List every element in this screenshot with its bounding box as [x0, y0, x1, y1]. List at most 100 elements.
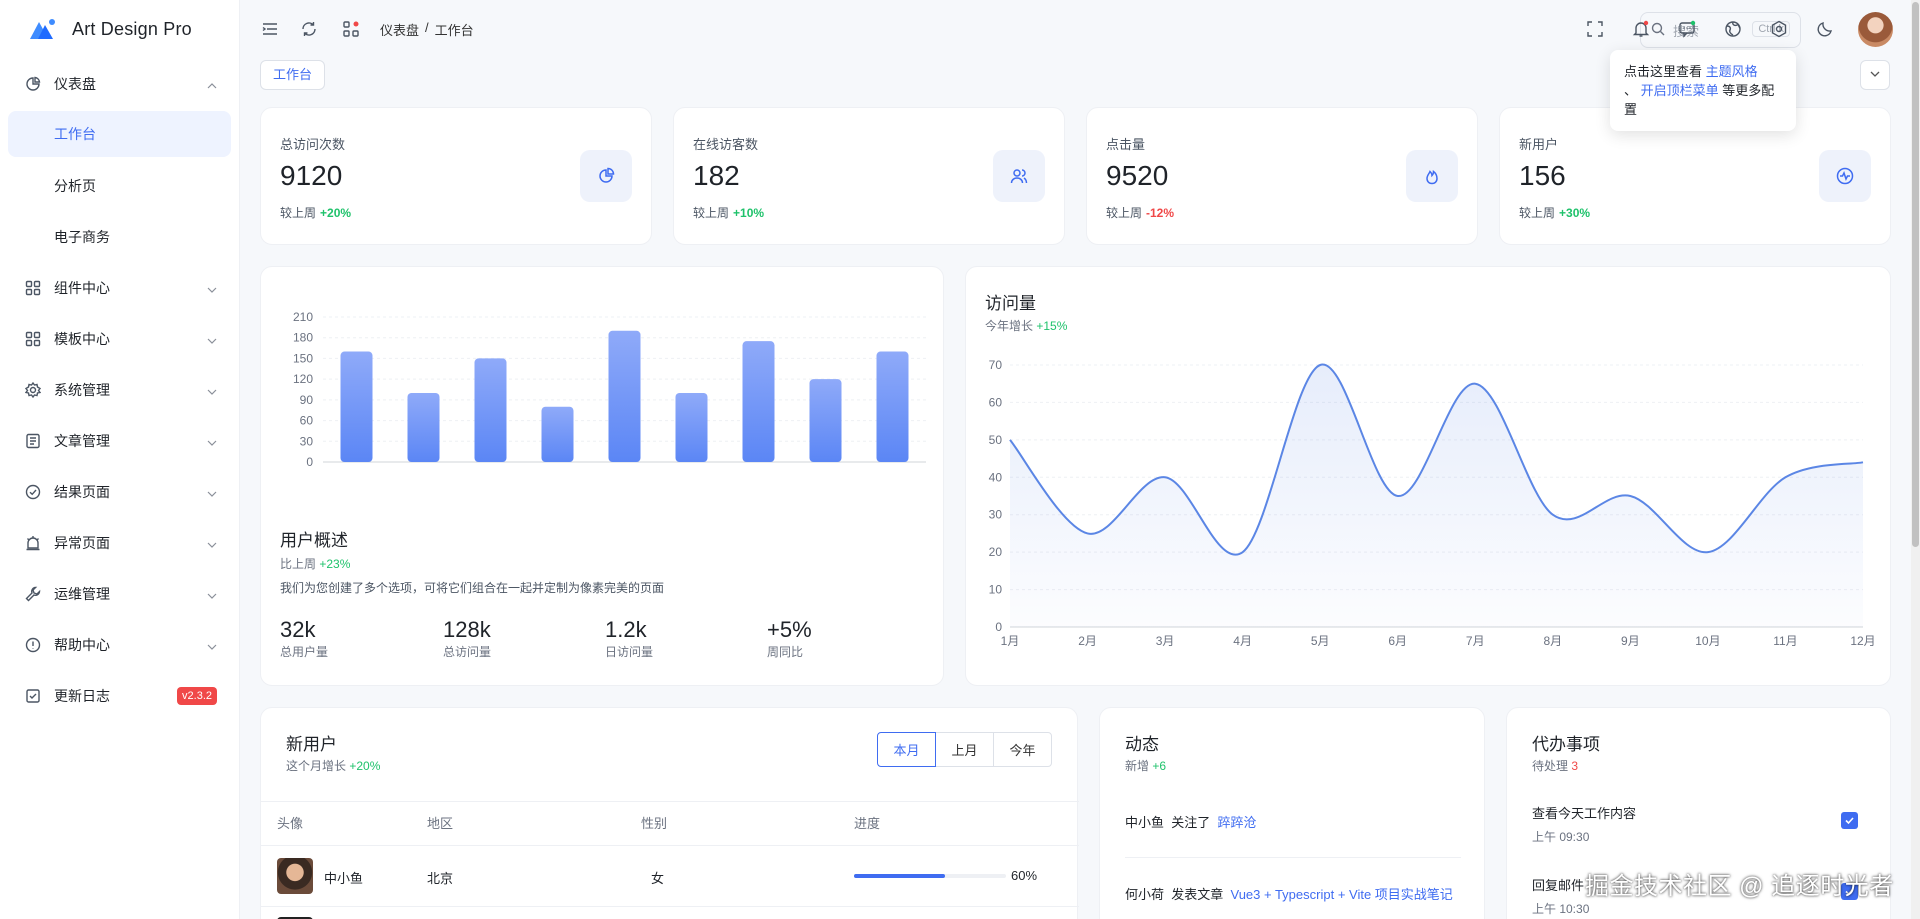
sidebar-subitem-analysis[interactable]: 分析页: [0, 160, 239, 211]
bar: [541, 406, 574, 462]
tab-workbench[interactable]: 工作台: [260, 60, 326, 90]
tooltip-link-topmenu[interactable]: 开启顶栏菜单: [1641, 83, 1719, 98]
sidebar-item-help[interactable]: 帮助中心: [0, 619, 239, 670]
stat-value: 182: [693, 160, 740, 191]
sidebar-item-system[interactable]: 系统管理: [0, 364, 239, 415]
tooltip-separator: 、: [1624, 83, 1638, 98]
stat-title: 点击量: [1106, 137, 1146, 152]
sidebar-item-components[interactable]: 组件中心: [0, 262, 239, 313]
metric-label: 总用户量: [280, 645, 329, 659]
bar: [876, 351, 909, 462]
x-tick-label: 9月: [1621, 634, 1640, 648]
breadcrumb-item[interactable]: 仪表盘: [380, 20, 419, 39]
stat-card-clicks: 点击量 9520 较上周 -12%: [1086, 107, 1478, 245]
table-row[interactable]: 中小鱼 北京 女 60%: [261, 846, 1079, 906]
todo-checkbox[interactable]: [1841, 812, 1858, 829]
scrollbar-thumb[interactable]: [1912, 2, 1919, 547]
gear-icon: [24, 381, 42, 399]
sidebar-item-label: 帮助中心: [54, 636, 110, 653]
activity-user: 何小荷: [1125, 887, 1165, 902]
avatar: [277, 858, 313, 894]
activity-action: 发表文章: [1171, 887, 1224, 902]
article-icon: [24, 432, 42, 450]
tooltip-link-theme[interactable]: 主题风格: [1706, 64, 1758, 79]
y-tick-label: 90: [300, 393, 314, 407]
activity-action: 关注了: [1171, 815, 1211, 830]
settings-icon[interactable]: [1769, 19, 1789, 39]
x-tick-label: 2月: [1078, 634, 1097, 648]
tabs-menu-button[interactable]: [1860, 60, 1890, 90]
sidebar-item-changelog[interactable]: 更新日志 v2.3.2: [0, 670, 239, 721]
sidebar: Art Design Pro 仪表盘 工作台 分析页 电子商务 组件中心 模板中…: [0, 0, 240, 919]
sidebar-subitem-ecommerce[interactable]: 电子商务: [0, 211, 239, 262]
alarm-icon: [24, 534, 42, 552]
sidebar-item-label: 组件中心: [54, 279, 110, 296]
menu-fold-icon[interactable]: [260, 19, 280, 39]
stat-title: 在线访客数: [693, 137, 759, 152]
bar: [474, 358, 507, 462]
stat-compare: 较上周 -12%: [1106, 206, 1175, 220]
column-header: 性别: [641, 816, 668, 831]
y-tick-label: 180: [293, 331, 313, 345]
bell-icon[interactable]: [1631, 19, 1651, 39]
sidebar-subitem-workbench[interactable]: 工作台: [8, 111, 231, 157]
x-tick-label: 7月: [1466, 634, 1485, 648]
refresh-icon[interactable]: [299, 19, 319, 39]
page-scrollbar[interactable]: [1911, 0, 1920, 919]
activity-divider: [1125, 857, 1461, 858]
stat-change: +20%: [320, 206, 352, 220]
x-tick-label: 4月: [1233, 634, 1252, 648]
chevron-down-icon: [207, 283, 217, 293]
user-overview-compare: 比上周 +23%: [280, 557, 351, 571]
metric-label: 日访问量: [605, 645, 654, 659]
breadcrumb-separator: /: [425, 20, 429, 35]
sidebar-item-templates[interactable]: 模板中心: [0, 313, 239, 364]
new-users-change: +20%: [349, 759, 381, 773]
metric: 128k 总访问量: [443, 617, 491, 660]
stat-change: +10%: [733, 206, 765, 220]
language-icon[interactable]: [1723, 19, 1743, 39]
sidebar-item-exceptions[interactable]: 异常页面: [0, 517, 239, 568]
column-header: 进度: [854, 816, 881, 831]
progress-track: [854, 874, 1006, 878]
sidebar-item-articles[interactable]: 文章管理: [0, 415, 239, 466]
bar: [407, 392, 440, 462]
chevron-down-icon: [207, 385, 217, 395]
sidebar-item-label: 系统管理: [54, 381, 110, 398]
bar: [742, 341, 775, 462]
fullscreen-icon[interactable]: [1585, 19, 1605, 39]
apps-icon[interactable]: [341, 19, 361, 39]
stat-value: 9120: [280, 160, 343, 191]
chevron-down-icon: [207, 334, 217, 344]
sidebar-item-label: 文章管理: [54, 432, 110, 449]
y-tick-label: 0: [306, 455, 313, 467]
segment-this-month[interactable]: 本月: [877, 732, 936, 767]
segment-this-year[interactable]: 今年: [993, 732, 1052, 767]
todo-item-time: 上午 09:30: [1532, 830, 1590, 844]
bar: [340, 351, 373, 462]
area-chart: 0 10 20 30 40 50 60 70 1月 2月 3月 4月 5月 6月 7月 8月 9月 10月 11月 1…: [989, 358, 1876, 648]
activity-target-link[interactable]: 踤踤沧: [1218, 815, 1257, 830]
segment-last-month[interactable]: 上月: [935, 732, 994, 767]
y-tick-label: 0: [995, 620, 1002, 634]
activity-subtitle: 新增 +6: [1125, 759, 1167, 773]
period-segmented-control: 本月 上月 今年: [877, 732, 1052, 767]
user-overview-description: 我们为您创建了多个选项，可将它们组合在一起并定制为像素完美的页面: [280, 581, 665, 595]
app-logo[interactable]: Art Design Pro: [0, 0, 239, 58]
table-row-divider: [261, 906, 1079, 907]
moon-icon[interactable]: [1815, 19, 1835, 39]
stat-change: +30%: [1559, 206, 1591, 220]
x-tick-label: 12月: [1850, 634, 1875, 648]
chat-icon[interactable]: [1677, 19, 1697, 39]
sidebar-item-dashboard[interactable]: 仪表盘: [0, 58, 239, 109]
sidebar-item-ops[interactable]: 运维管理: [0, 568, 239, 619]
progress-fill: [854, 874, 946, 878]
activity-card: 动态 新增 +6 中小鱼 关注了 踤踤沧 何小荷 发表文章 Vue3 + Typ…: [1099, 707, 1485, 919]
sidebar-item-results[interactable]: 结果页面: [0, 466, 239, 517]
new-users-card: 新用户 这个月增长 +20% 本月 上月 今年 头像 地区 性别 进度 中小鱼 …: [260, 707, 1079, 919]
breadcrumb: 仪表盘 / 工作台: [380, 20, 474, 39]
components-icon: [24, 279, 42, 297]
activity-target-link[interactable]: Vue3 + Typescript + Vite 项目实战笔记: [1231, 887, 1453, 902]
avatar[interactable]: [1858, 12, 1893, 47]
y-tick-label: 20: [989, 545, 1003, 559]
